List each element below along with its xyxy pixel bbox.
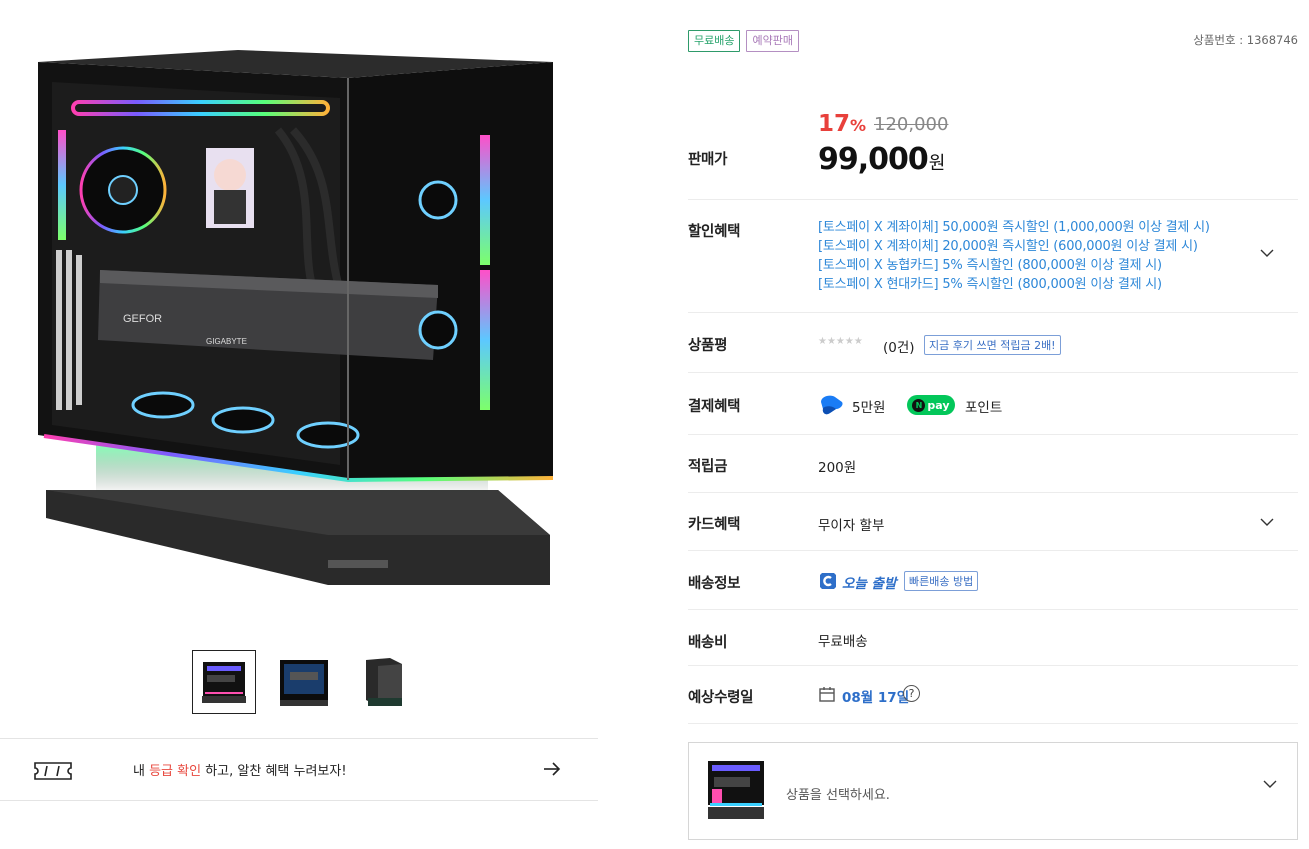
badge-group: 무료배송 예약판매 (688, 30, 799, 52)
grade-check-banner[interactable]: 내 등급 확인 하고, 알찬 혜택 누려보자! (0, 738, 598, 801)
eta-label: 예상수령일 (688, 690, 754, 706)
toss-icon (821, 395, 843, 415)
naver-n-icon: N (912, 398, 926, 412)
npay-point-text: 포인트 (965, 400, 1003, 416)
thumbnail-2[interactable] (272, 650, 336, 714)
ticket-icon (34, 762, 72, 780)
discount-rate: 17% (818, 111, 867, 137)
thumbnail-strip (192, 650, 416, 714)
discount-benefit-row[interactable]: 할인혜택 [토스페이 X 계좌이체] 50,000원 즉시할인 (1,000,0… (688, 200, 1298, 313)
payment-benefit-label: 결제혜택 (688, 399, 741, 415)
original-price: 120,000 (874, 114, 949, 135)
chevron-down-icon[interactable] (1260, 518, 1274, 527)
shipping-info-label: 배송정보 (688, 576, 741, 592)
points-value: 200원 (818, 460, 857, 476)
chevron-down-icon[interactable] (1263, 780, 1277, 789)
toss-benefit-text: 5만원 (852, 400, 886, 416)
arrow-right-icon[interactable] (542, 761, 562, 777)
today-shipping-text: 오늘 출발 (842, 576, 897, 592)
review-count[interactable]: (0건) (883, 336, 915, 356)
points-label: 적립금 (688, 459, 728, 475)
card-benefit-row[interactable]: 카드혜택 무이자 할부 (688, 493, 1298, 551)
option-placeholder: 상품을 선택하세요. (786, 788, 890, 803)
chevron-down-icon[interactable] (1260, 249, 1274, 258)
thumbnail-3[interactable] (352, 650, 416, 714)
card-benefit-value: 무이자 할부 (818, 518, 885, 534)
eta-row: 예상수령일 08월 17일 ? (688, 666, 1298, 724)
shipping-fee-label: 배송비 (688, 635, 728, 651)
eta-date: 08월 17일 (842, 690, 910, 706)
calendar-icon (819, 687, 835, 702)
discount-item: [토스페이 X 농협카드] 5% 즉시할인 (800,000원 이상 결제 시) (818, 258, 1162, 273)
sale-price: 99,000원 (818, 142, 946, 177)
product-number: 상품번호 : 1368746 (1193, 33, 1298, 47)
review-row: 상품평 ★★★★★ (0건) 지금 후기 쓰면 적립금 2배! (688, 313, 1298, 373)
npay-badge: Npay (907, 395, 955, 415)
product-gallery: GEFOR GIGABYTE 내 등급 확인 하고, 알찬 혜택 누려보자! (0, 0, 600, 849)
thumbnail-1[interactable] (192, 650, 256, 714)
points-row: 적립금 200원 (688, 435, 1298, 493)
shipping-fee-row: 배송비 무료배송 (688, 610, 1298, 666)
discount-list: [토스페이 X 계좌이체] 50,000원 즉시할인 (1,000,000원 이… (818, 218, 1210, 294)
preorder-badge: 예약판매 (746, 30, 799, 52)
discount-item: [토스페이 X 현대카드] 5% 즉시할인 (800,000원 이상 결제 시) (818, 277, 1162, 292)
payment-benefit-row: 결제혜택 5만원 Npay 포인트 (688, 373, 1298, 435)
product-info: 무료배송 예약판매 상품번호 : 1368746 판매가 17% 120,000… (688, 0, 1300, 849)
fast-delivery-icon (820, 573, 836, 589)
shipping-fee-value: 무료배송 (818, 634, 868, 650)
main-product-image[interactable]: GEFOR GIGABYTE (28, 40, 568, 630)
option-select[interactable]: 상품을 선택하세요. (688, 742, 1298, 840)
grade-check-highlight: 등급 확인 (149, 764, 202, 779)
card-benefit-label: 카드혜택 (688, 517, 741, 533)
price-row: 판매가 17% 120,000 99,000원 (688, 88, 1298, 200)
help-icon[interactable]: ? (903, 685, 920, 702)
review-reward-tip: 지금 후기 쓰면 적립금 2배! (924, 335, 1061, 355)
free-shipping-badge: 무료배송 (688, 30, 741, 52)
fast-shipping-tip[interactable]: 빠른배송 방법 (904, 571, 979, 591)
discount-item: [토스페이 X 계좌이체] 20,000원 즉시할인 (600,000원 이상 … (818, 239, 1198, 254)
star-rating: ★★★★★ (818, 336, 863, 347)
discount-item: [토스페이 X 계좌이체] 50,000원 즉시할인 (1,000,000원 이… (818, 220, 1210, 235)
review-label: 상품평 (688, 338, 728, 354)
grade-banner-text: 내 등급 확인 하고, 알찬 혜택 누려보자! (133, 764, 347, 779)
svg-text:GEFOR: GEFOR (123, 313, 162, 325)
discount-benefit-label: 할인혜택 (688, 224, 741, 240)
price-label: 판매가 (688, 152, 728, 168)
svg-text:GIGABYTE: GIGABYTE (206, 337, 247, 346)
option-thumbnail (708, 761, 764, 819)
shipping-info-row: 배송정보 오늘 출발 빠른배송 방법 (688, 551, 1298, 610)
